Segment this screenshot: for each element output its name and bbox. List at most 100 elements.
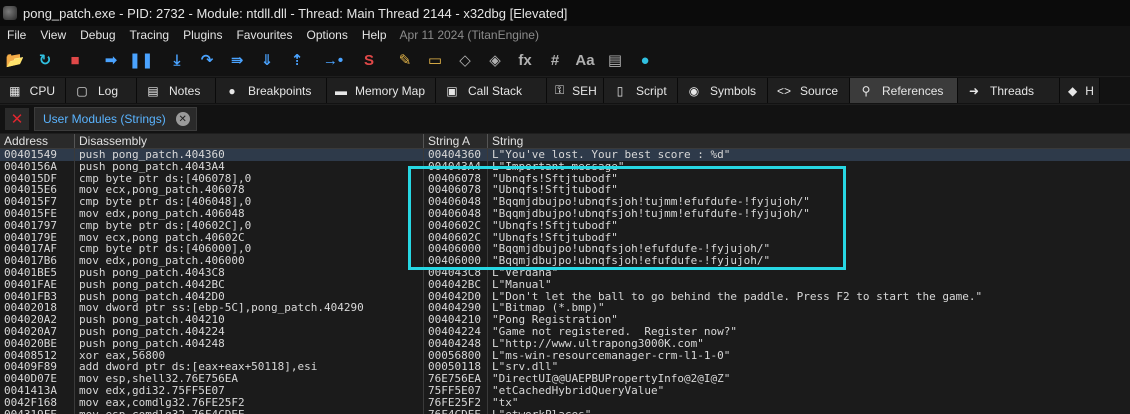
table-row[interactable]: 004015FE mov edx,pong_patch.406048 0040604… <box>0 207 1130 220</box>
string-cell: "Pong Registration" <box>492 314 618 326</box>
tab-threads[interactable]: ➜ Threads <box>958 78 1060 103</box>
tab-h[interactable]: ◆ H <box>1060 78 1100 103</box>
disassembly-cell: mov eax,comdlg32.76FE25F2 <box>75 396 424 409</box>
table-row[interactable]: 00409F89 add dword ptr ds:[eax+eax+50118]… <box>0 361 1130 374</box>
run-icon[interactable]: ➡ <box>99 48 123 72</box>
string-address-cell: 00056800 <box>424 349 488 362</box>
table-row[interactable]: 004020A2 push pong_patch.404210 00404210 "P… <box>0 314 1130 326</box>
string-address-cell: 00406048 <box>424 207 488 220</box>
symbols-icon: ◉ <box>688 83 700 98</box>
string-cell: L"Manual" <box>492 278 552 291</box>
string-address-cell: 75FF5E07 <box>424 384 488 397</box>
table-body: 00401549 push pong_patch.404360 00404360 L"… <box>0 149 1130 414</box>
close-tab-icon[interactable]: ✕ <box>175 112 190 126</box>
patch-icon[interactable]: ✎ <box>393 48 417 72</box>
table-row[interactable]: 00401FAE push pong_patch.4042BC 004042BC L"… <box>0 278 1130 291</box>
menu-plugins[interactable]: Plugins <box>176 28 229 42</box>
table-row[interactable]: 004017AF cmp byte ptr ds:[406000],0 004060… <box>0 243 1130 256</box>
table-row[interactable]: 0040156A push pong_patch.4043A4 004043A4 L"… <box>0 160 1130 173</box>
trace-over-icon[interactable]: ⇓ <box>255 48 279 72</box>
subtab-label: User Modules (Strings) <box>43 112 166 126</box>
address-cell: 0040156A <box>0 160 75 173</box>
run-to-user-code-icon[interactable]: →• <box>321 48 345 72</box>
references-table[interactable]: Address Disassembly String A String 0040… <box>0 134 1130 414</box>
menu-file[interactable]: File <box>0 28 33 42</box>
table-row[interactable]: 00402018 mov dword ptr ss:[ebp-5C],pong_p… <box>0 302 1130 315</box>
table-row[interactable]: 004017B6 mov edx,pong_patch.406000 0040600… <box>0 255 1130 267</box>
menu-help[interactable]: Help <box>355 28 394 42</box>
execute-till-return-icon[interactable]: ⇡ <box>285 48 309 72</box>
close-all-references-button[interactable]: ✕ <box>5 108 29 130</box>
table-row[interactable]: 0041413A mov edx,gdi32.75FF5E07 75FF5E07 "e… <box>0 384 1130 397</box>
column-header-disassembly[interactable]: Disassembly <box>75 134 424 148</box>
column-header-string[interactable]: String <box>488 134 1130 148</box>
call-stack-icon: ▣ <box>446 83 458 98</box>
close-icon[interactable]: ■ <box>63 48 87 72</box>
tab-source[interactable]: <> Source <box>768 78 850 103</box>
script-icon: ▯ <box>616 83 624 98</box>
open-icon[interactable]: 📂 <box>3 48 27 72</box>
table-row[interactable]: 00401FB3 push pong_patch.4042D0 004042D0 L"… <box>0 290 1130 303</box>
table-row[interactable]: 004015E6 mov ecx,pong_patch.406078 0040607… <box>0 184 1130 197</box>
table-row[interactable]: 00401797 cmp byte ptr ds:[40602C],0 004060… <box>0 219 1130 232</box>
table-row[interactable]: 004020BE push pong_patch.404248 00404248 L"… <box>0 337 1130 350</box>
functions-icon[interactable]: fx <box>513 48 537 72</box>
labels-icon[interactable]: ◇ <box>453 48 477 72</box>
pause-icon[interactable]: ❚❚ <box>128 48 153 72</box>
variables-icon[interactable]: # <box>543 48 567 72</box>
menu-favourites[interactable]: Favourites <box>229 28 299 42</box>
table-row[interactable]: 0042F168 mov eax,comdlg32.76FE25F2 76FE25F… <box>0 396 1130 409</box>
table-row[interactable]: 00408512 xor eax,56800 00056800 L"ms-win-re… <box>0 349 1130 362</box>
tab-notes[interactable]: ▤ Notes <box>137 78 216 103</box>
bookmarks-icon[interactable]: ◈ <box>483 48 507 72</box>
table-row[interactable]: 0040179E mov ecx,pong_patch.40602C 0040602… <box>0 231 1130 244</box>
tab-script[interactable]: ▯ Script <box>604 78 678 103</box>
tab-references[interactable]: ⚲ References <box>850 78 958 103</box>
string-address-cell: 76F4CDEE <box>424 408 488 414</box>
address-cell: 004319FE <box>0 408 75 414</box>
step-into-icon[interactable]: ⤓ <box>165 48 189 72</box>
tab-call-stack[interactable]: ▣ Call Stack <box>436 78 547 103</box>
column-header-string-address[interactable]: String A <box>424 134 488 148</box>
table-row[interactable]: 004020A7 push pong_patch.404224 00404224 "G… <box>0 325 1130 338</box>
tab-label: Call Stack <box>468 83 523 98</box>
column-header-address[interactable]: Address <box>0 134 75 148</box>
table-row[interactable]: 004015F7 cmp byte ptr ds:[406048],0 004060… <box>0 196 1130 208</box>
table-row[interactable]: 004319FEmov esp,comdlg32.76F4CDEE76F4CDE… <box>0 408 1130 414</box>
restart-icon[interactable]: ↻ <box>33 48 57 72</box>
settings-icon[interactable]: ▤ <box>603 48 627 72</box>
tab-log[interactable]: ▢ Log <box>66 78 137 103</box>
string-address-cell: 00050118 <box>424 361 488 374</box>
tab-symbols[interactable]: ◉ Symbols <box>678 78 768 103</box>
tab-user-modules-strings[interactable]: User Modules (Strings) ✕ <box>34 107 197 131</box>
menu-options[interactable]: Options <box>299 28 354 42</box>
globe-icon[interactable]: ● <box>633 48 657 72</box>
table-row[interactable]: 0040D07E mov esp,shell32.76E756EA 76E756EA… <box>0 373 1130 385</box>
string-address-cell: 00404210 <box>424 314 488 326</box>
tab-breakpoints[interactable]: ● Breakpoints <box>216 78 327 103</box>
disassembly-cell: push pong_patch.404360 <box>75 149 424 161</box>
table-row[interactable]: 00401549 push pong_patch.404360 00404360 L"… <box>0 149 1130 161</box>
address-cell: 0041413A <box>0 384 75 397</box>
disassembly-cell: mov ecx,pong_patch.40602C <box>75 231 424 244</box>
log-icon: ▢ <box>76 83 88 98</box>
font-icon[interactable]: Aa <box>573 48 597 72</box>
table-row[interactable]: 004015DF cmp byte ptr ds:[406078],0 004060… <box>0 172 1130 185</box>
disassembly-cell: push pong_patch.4042BC <box>75 278 424 291</box>
table-row[interactable]: 00401BE5 push pong_patch.4043C8 004043C8 L"… <box>0 266 1130 279</box>
tab-seh[interactable]: ⚿ SEH <box>547 78 604 103</box>
menu-view[interactable]: View <box>33 28 73 42</box>
tab-cpu[interactable]: ▦ CPU <box>0 78 66 103</box>
menu-tracing[interactable]: Tracing <box>123 28 177 42</box>
string-cell: "Bqqmjdbujpo!ubnqfsjoh!efufdufe-!fyjujoh… <box>492 243 771 256</box>
comments-icon[interactable]: ▭ <box>423 48 447 72</box>
scylla-icon[interactable]: S <box>357 48 381 72</box>
disassembly-cell: cmp byte ptr ds:[40602C],0 <box>75 219 424 232</box>
tab-label: Source <box>800 83 839 98</box>
menu-debug[interactable]: Debug <box>73 28 122 42</box>
string-cell: "Ubnqfs!Sftjtubodf" <box>492 219 618 232</box>
trace-into-icon[interactable]: ⇛ <box>225 48 249 72</box>
step-over-icon[interactable]: ↷ <box>195 48 219 72</box>
tab-memory-map[interactable]: ▬ Memory Map <box>327 78 436 103</box>
string-address-cell: 004042D0 <box>424 290 488 303</box>
